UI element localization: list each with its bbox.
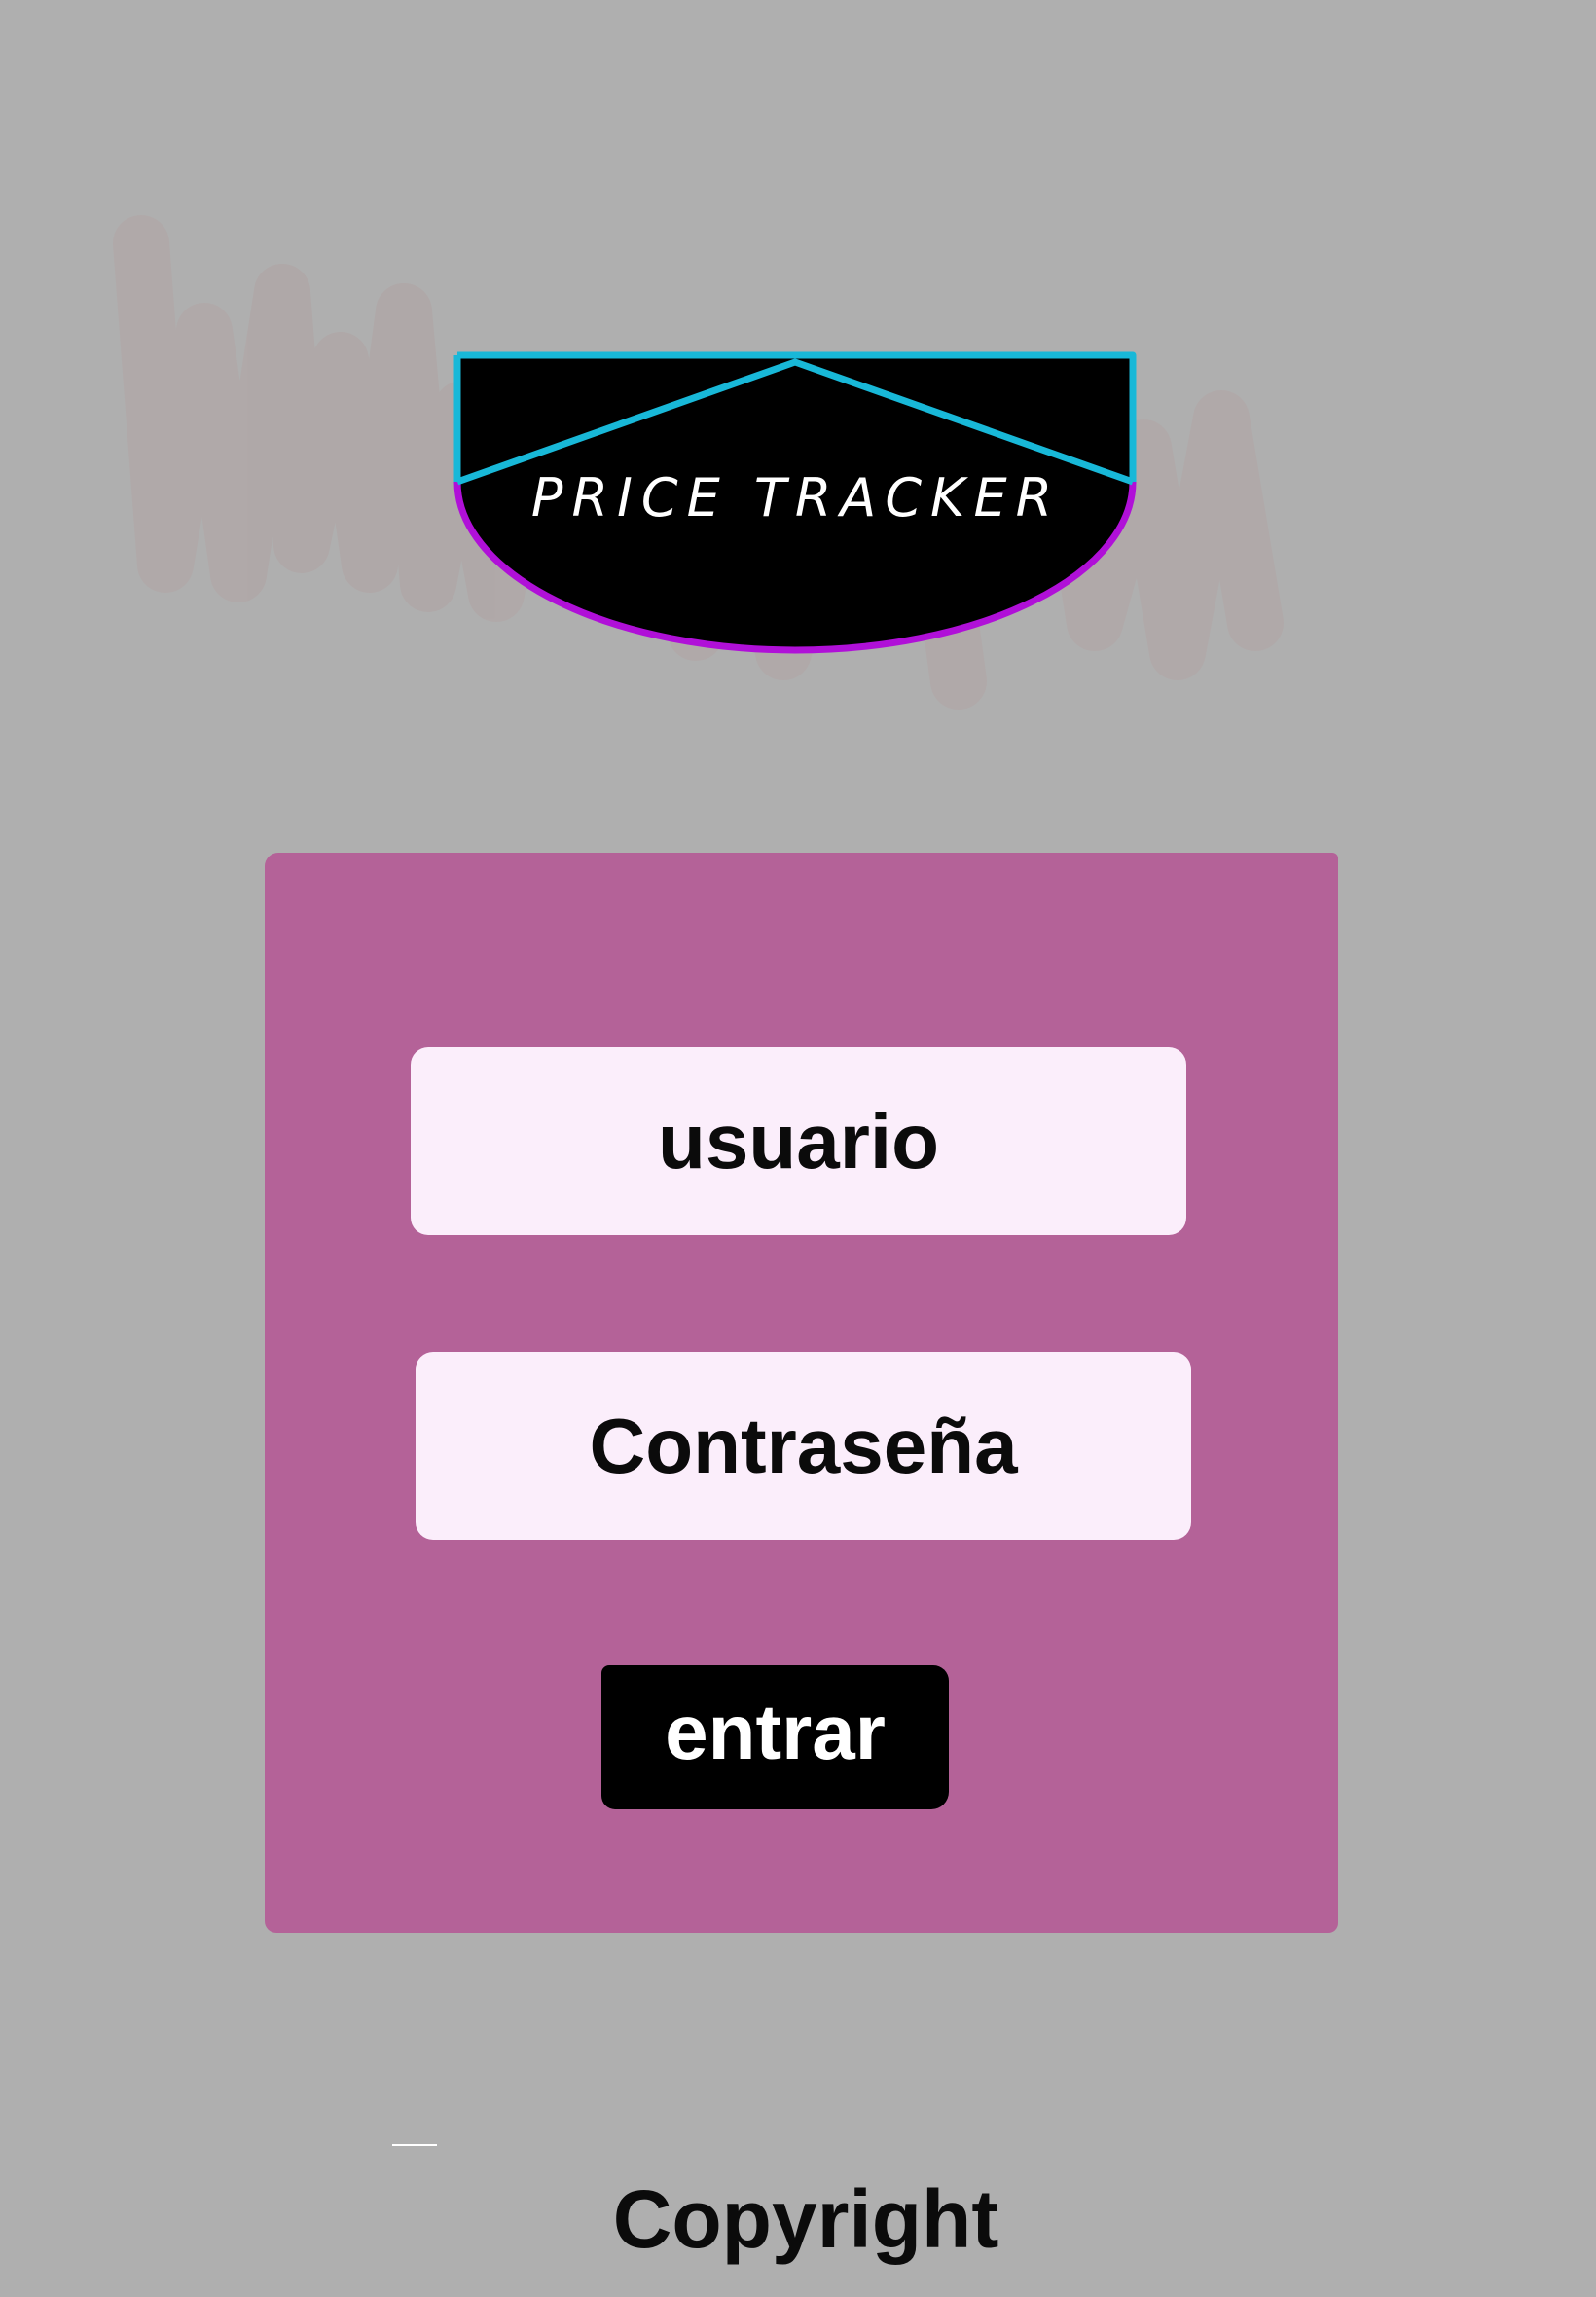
submit-button-label: entrar — [665, 1689, 886, 1775]
password-field[interactable]: Contraseña — [416, 1352, 1191, 1540]
username-placeholder: usuario — [658, 1097, 939, 1185]
password-placeholder: Contraseña — [589, 1402, 1018, 1489]
login-screen: { "logo": { "text": "PRICE TRACKER", "co… — [0, 0, 1596, 2297]
logo-title: PRICE TRACKER — [530, 467, 1062, 529]
price-tracker-logo: PRICE TRACKER — [453, 350, 1140, 658]
login-panel: usuario Contraseña entrar — [265, 853, 1338, 1933]
copyright-text: Copyright — [612, 2173, 999, 2265]
stray-mark — [392, 2144, 437, 2146]
submit-button[interactable]: entrar — [601, 1665, 949, 1809]
username-field[interactable]: usuario — [411, 1047, 1186, 1235]
